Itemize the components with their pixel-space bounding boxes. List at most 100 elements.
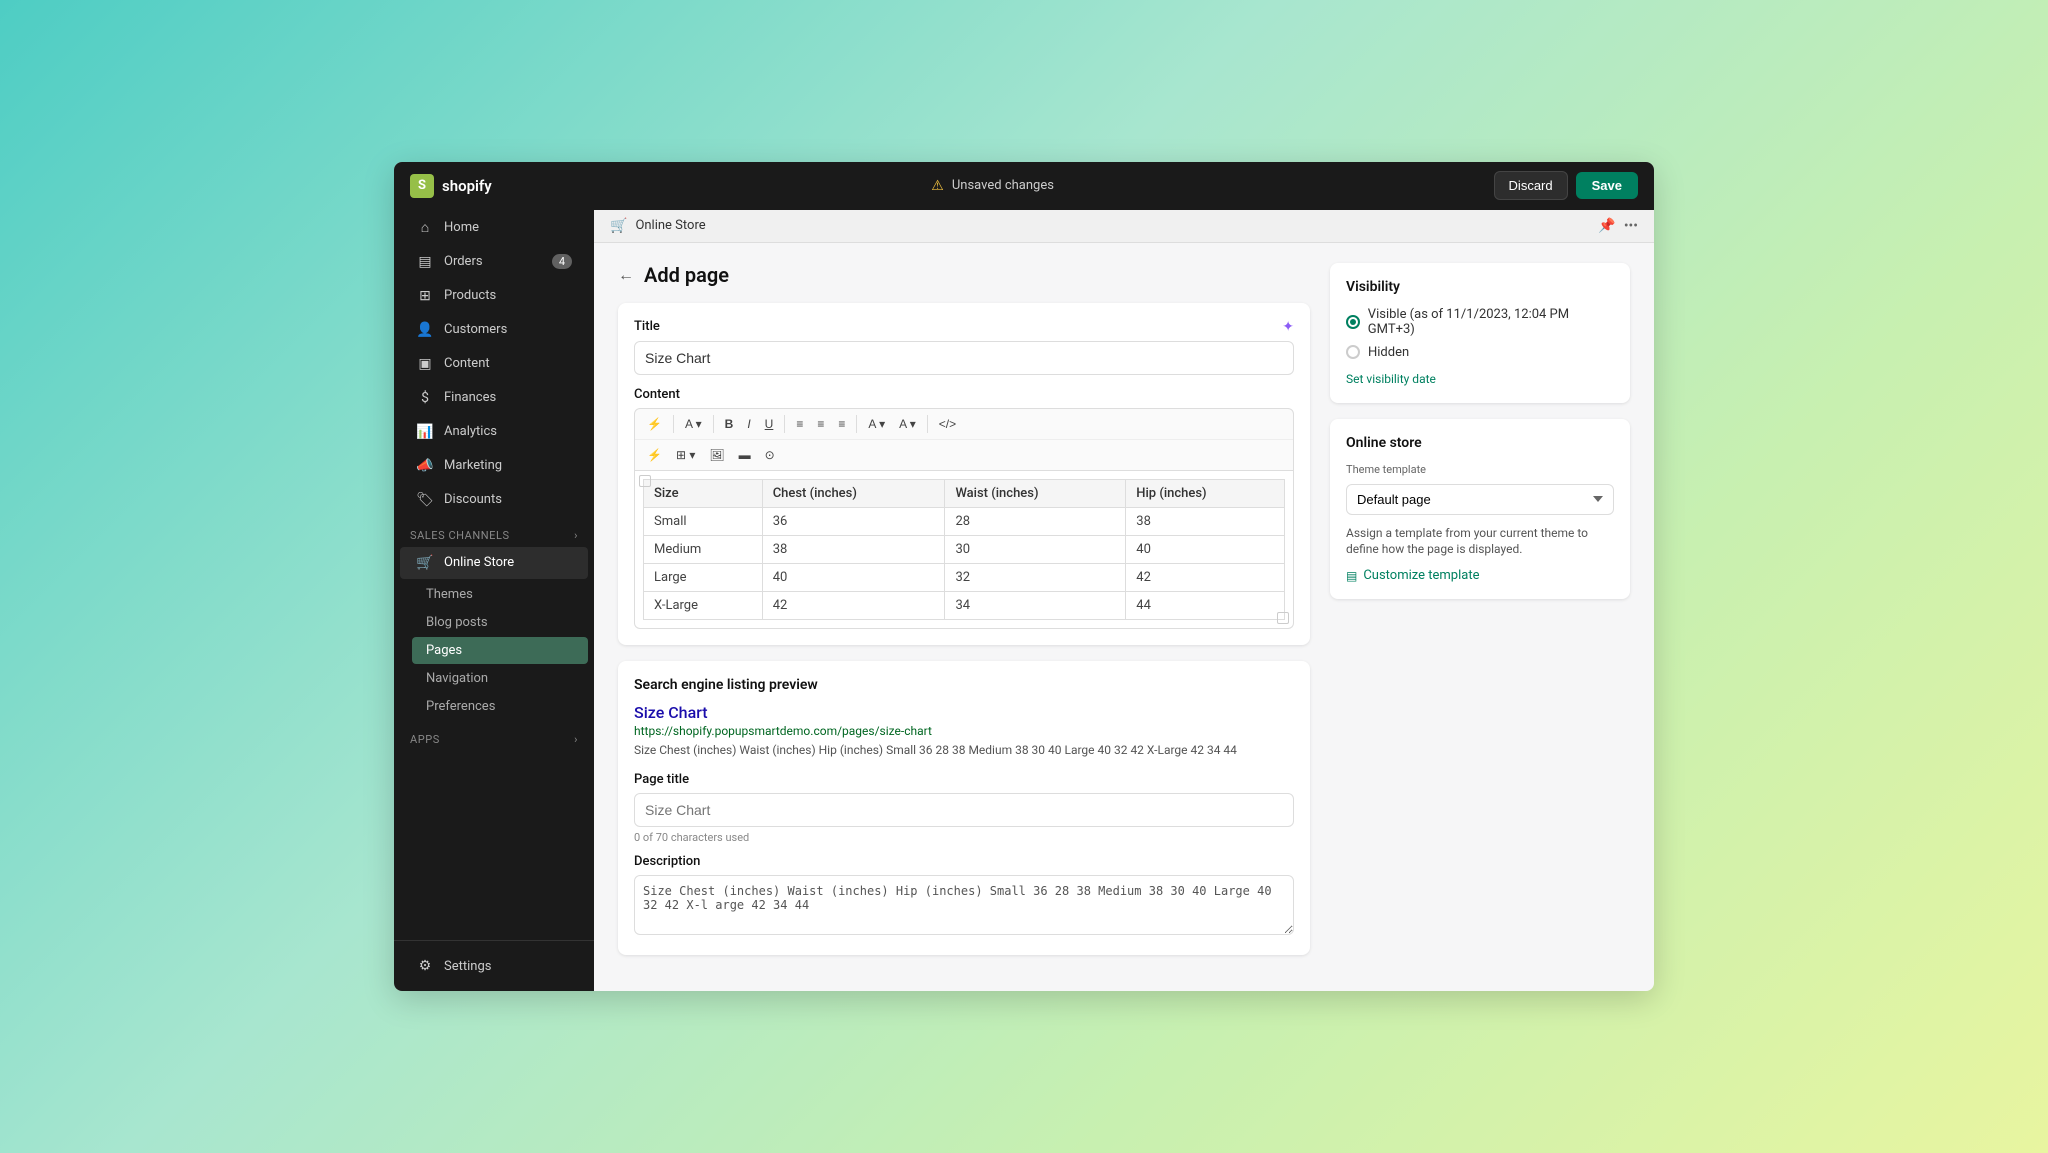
radio-visible[interactable]: Visible (as of 11/1/2023, 12:04 PM GMT+3… xyxy=(1346,307,1614,337)
sidebar-label-discounts: Discounts xyxy=(444,492,502,507)
content-area: 🛒 Online Store 📌 ••• ← Add page xyxy=(594,210,1654,992)
apps-section: Apps › xyxy=(394,721,594,750)
pin-icon[interactable]: 📌 xyxy=(1598,218,1615,234)
logo-text: shopify xyxy=(442,177,492,195)
toolbar-bold-btn[interactable]: B xyxy=(719,413,740,435)
visible-label: Visible (as of 11/1/2023, 12:04 PM GMT+3… xyxy=(1368,307,1614,337)
sidebar-item-online-store[interactable]: 🛒 Online Store xyxy=(400,547,588,579)
toolbar-underline-btn[interactable]: U xyxy=(759,413,780,435)
table-row: Medium 38 30 40 xyxy=(644,535,1285,563)
table-handle-tl xyxy=(639,475,651,487)
sidebar-label-content: Content xyxy=(444,356,490,371)
toolbar-image-btn[interactable]: 🖼 xyxy=(703,444,730,466)
cell-hip-xlarge: 44 xyxy=(1126,591,1285,619)
logo: S shopify xyxy=(410,174,492,198)
orders-icon: ▤ xyxy=(416,254,434,270)
apps-expand-icon[interactable]: › xyxy=(574,733,578,746)
save-button[interactable]: Save xyxy=(1576,172,1638,199)
toolbar-embed-btn[interactable]: ⊙ xyxy=(759,444,781,466)
online-store-submenu: Themes Blog posts Pages Navigation Prefe… xyxy=(394,580,594,721)
page-title-label: Page title xyxy=(634,772,1294,787)
analytics-icon: 📊 xyxy=(416,424,434,440)
sidebar-item-settings[interactable]: ⚙ Settings xyxy=(400,950,588,982)
title-input[interactable] xyxy=(634,341,1294,375)
seo-url-preview: https://shopify.popupsmartdemo.com/pages… xyxy=(634,724,1294,738)
toolbar-format-icon[interactable]: ⚡ xyxy=(641,413,668,435)
ai-sparkle-icon[interactable]: ✦ xyxy=(1282,319,1294,335)
sidebar-item-products[interactable]: ⊞ Products xyxy=(400,280,588,312)
seo-desc-preview: Size Chest (inches) Waist (inches) Hip (… xyxy=(634,742,1294,759)
unsaved-notice: ⚠ Unsaved changes xyxy=(931,178,1054,194)
sidebar-item-marketing[interactable]: 📣 Marketing xyxy=(400,450,588,482)
back-arrow-icon[interactable]: ← xyxy=(618,265,634,285)
customize-template-link[interactable]: ▤ Customize template xyxy=(1346,568,1614,583)
finances-icon: $ xyxy=(416,390,434,406)
online-store-icon: 🛒 xyxy=(416,555,434,571)
sidebar-item-blog-posts[interactable]: Blog posts xyxy=(412,609,588,636)
sidebar-item-finances[interactable]: $ Finances xyxy=(400,382,588,414)
sales-channels-expand-icon[interactable]: › xyxy=(574,529,578,542)
table-header-hip: Hip (inches) xyxy=(1126,479,1285,507)
visibility-heading: Visibility xyxy=(1346,279,1614,295)
sidebar-item-pages[interactable]: Pages xyxy=(412,637,588,664)
toolbar-indent-btn[interactable]: A ▾ xyxy=(862,413,891,435)
seo-page-title-input[interactable] xyxy=(634,793,1294,827)
sidebar-item-preferences[interactable]: Preferences xyxy=(412,693,588,720)
secondary-nav: 🛒 Online Store 📌 ••• xyxy=(594,210,1654,243)
sidebar-item-orders[interactable]: ▤ Orders 4 xyxy=(400,246,588,278)
sidebar-item-home[interactable]: ⌂ Home xyxy=(400,211,588,244)
warning-icon: ⚠ xyxy=(931,178,944,194)
cell-chest-large: 40 xyxy=(762,563,945,591)
toolbar-align-left-btn[interactable]: ≡ xyxy=(790,413,809,435)
apps-label: Apps xyxy=(410,733,440,746)
toolbar-divider-4 xyxy=(856,415,857,433)
sidebar-bottom: ⚙ Settings xyxy=(394,940,594,991)
orders-badge: 4 xyxy=(552,254,572,269)
breadcrumb-text: Online Store xyxy=(635,218,705,233)
toolbar-color-btn[interactable]: A ▾ xyxy=(893,413,922,435)
toolbar-video-btn[interactable]: ▬ xyxy=(733,444,757,466)
seo-description-textarea[interactable]: Size Chest (inches) Waist (inches) Hip (… xyxy=(634,875,1294,935)
cell-waist-xlarge: 34 xyxy=(945,591,1126,619)
toolbar-font-size-btn[interactable]: A ▾ xyxy=(679,413,708,435)
toolbar-italic-btn[interactable]: I xyxy=(741,413,756,435)
sidebar-label-home: Home xyxy=(444,220,479,235)
editor-content[interactable]: Size Chest (inches) Waist (inches) Hip (… xyxy=(634,471,1294,629)
sidebar-item-analytics[interactable]: 📊 Analytics xyxy=(400,416,588,448)
sidebar-item-content[interactable]: ▣ Content xyxy=(400,348,588,380)
sidebar-item-navigation[interactable]: Navigation xyxy=(412,665,588,692)
sidebar-item-customers[interactable]: 👤 Customers xyxy=(400,314,588,346)
toolbar-format-btn2[interactable]: ⚡ xyxy=(641,444,668,466)
sidebar-label-orders: Orders xyxy=(444,254,483,269)
radio-hidden-circle xyxy=(1346,345,1360,359)
customize-icon: ▤ xyxy=(1346,569,1357,583)
seo-title-preview: Size Chart xyxy=(634,703,1294,722)
table-header-chest: Chest (inches) xyxy=(762,479,945,507)
unsaved-label: Unsaved changes xyxy=(952,178,1054,193)
app-window: S shopify ⚠ Unsaved changes Discard Save… xyxy=(394,162,1654,992)
sidebar-label-online-store: Online Store xyxy=(444,555,514,570)
seo-section-heading: Search engine listing preview xyxy=(634,677,1294,693)
top-bar: S shopify ⚠ Unsaved changes Discard Save xyxy=(394,162,1654,210)
set-visibility-link[interactable]: Set visibility date xyxy=(1346,372,1436,386)
sidebar-label-marketing: Marketing xyxy=(444,458,502,473)
customers-icon: 👤 xyxy=(416,322,434,338)
theme-template-select[interactable]: Default page xyxy=(1346,484,1614,515)
online-store-panel: Online store Theme template Default page… xyxy=(1330,419,1630,600)
toolbar-align-center-btn[interactable]: ≡ xyxy=(811,413,830,435)
table-row: X-Large 42 34 44 xyxy=(644,591,1285,619)
shopify-logo-icon: S xyxy=(410,174,434,198)
toolbar-table-btn[interactable]: ⊞ ▾ xyxy=(670,444,701,466)
toolbar-divider-1 xyxy=(673,415,674,433)
sidebar-item-themes[interactable]: Themes xyxy=(412,581,588,608)
main-layout: ⌂ Home ▤ Orders 4 ⊞ Products 👤 Customers… xyxy=(394,210,1654,992)
radio-hidden[interactable]: Hidden xyxy=(1346,345,1614,360)
cell-waist-small: 28 xyxy=(945,507,1126,535)
discard-button[interactable]: Discard xyxy=(1494,171,1568,200)
sidebar-item-discounts[interactable]: 🏷 Discounts xyxy=(400,484,588,516)
more-icon[interactable]: ••• xyxy=(1624,218,1638,234)
toolbar-align-right-btn[interactable]: ≡ xyxy=(832,413,851,435)
cell-hip-medium: 40 xyxy=(1126,535,1285,563)
toolbar-source-btn[interactable]: </> xyxy=(933,413,962,435)
top-bar-actions: Discard Save xyxy=(1494,171,1638,200)
